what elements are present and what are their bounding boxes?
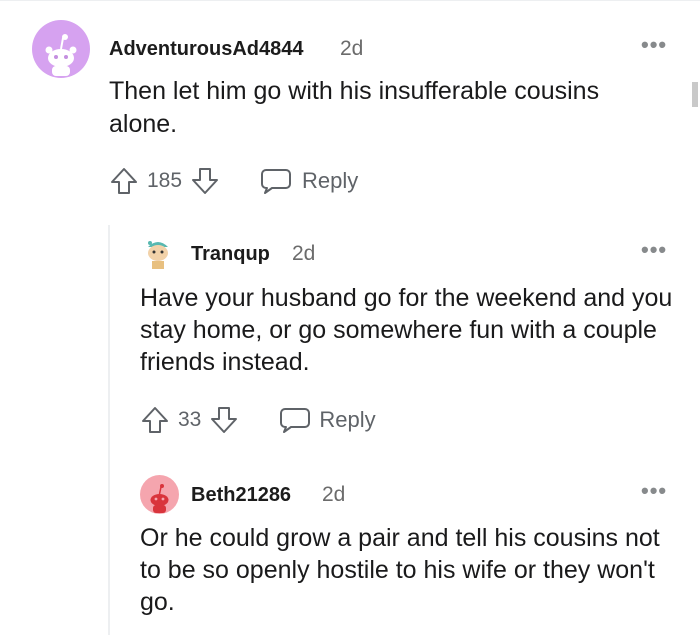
snoo-avatar-icon [45, 34, 77, 76]
comment-actions: 33 Reply [140, 405, 376, 435]
more-options-icon[interactable]: ••• [641, 239, 667, 261]
username[interactable]: AdventurousAd4844 [109, 38, 304, 61]
reply-label: Reply [302, 168, 359, 193]
vote-count: 33 [178, 408, 202, 431]
username[interactable]: Tranqup [191, 243, 270, 266]
avatar[interactable] [140, 475, 179, 514]
custom-avatar-icon [148, 241, 168, 269]
snoo-avatar-icon [150, 484, 169, 513]
speech-bubble-icon [279, 406, 311, 434]
downvote-icon[interactable] [190, 166, 220, 196]
thread-line[interactable] [108, 225, 110, 635]
vote-count: 185 [147, 169, 183, 192]
avatar[interactable] [32, 20, 90, 78]
avatar[interactable] [140, 235, 176, 271]
downvote-icon[interactable] [209, 405, 239, 435]
upvote-icon[interactable] [140, 405, 170, 435]
reply-button[interactable]: Reply [260, 167, 358, 195]
reply-button[interactable]: Reply [279, 406, 376, 434]
speech-bubble-icon [260, 167, 292, 195]
comment-actions: 185 Reply [109, 166, 358, 196]
upvote-icon[interactable] [109, 166, 139, 196]
timestamp: 2d [340, 37, 364, 60]
timestamp: 2d [322, 483, 346, 506]
more-options-icon[interactable]: ••• [641, 480, 667, 502]
reply-label: Reply [319, 407, 376, 432]
more-options-icon[interactable]: ••• [641, 34, 667, 56]
scrollbar-thumb[interactable] [692, 82, 698, 107]
timestamp: 2d [292, 242, 316, 265]
comment-body: Have your husband go for the weekend and… [140, 284, 673, 376]
comment-body: Or he could grow a pair and tell his cou… [140, 524, 660, 616]
comment-body: Then let him go with his insufferable co… [109, 77, 600, 138]
username[interactable]: Beth21286 [191, 484, 291, 507]
top-divider [0, 0, 700, 1]
